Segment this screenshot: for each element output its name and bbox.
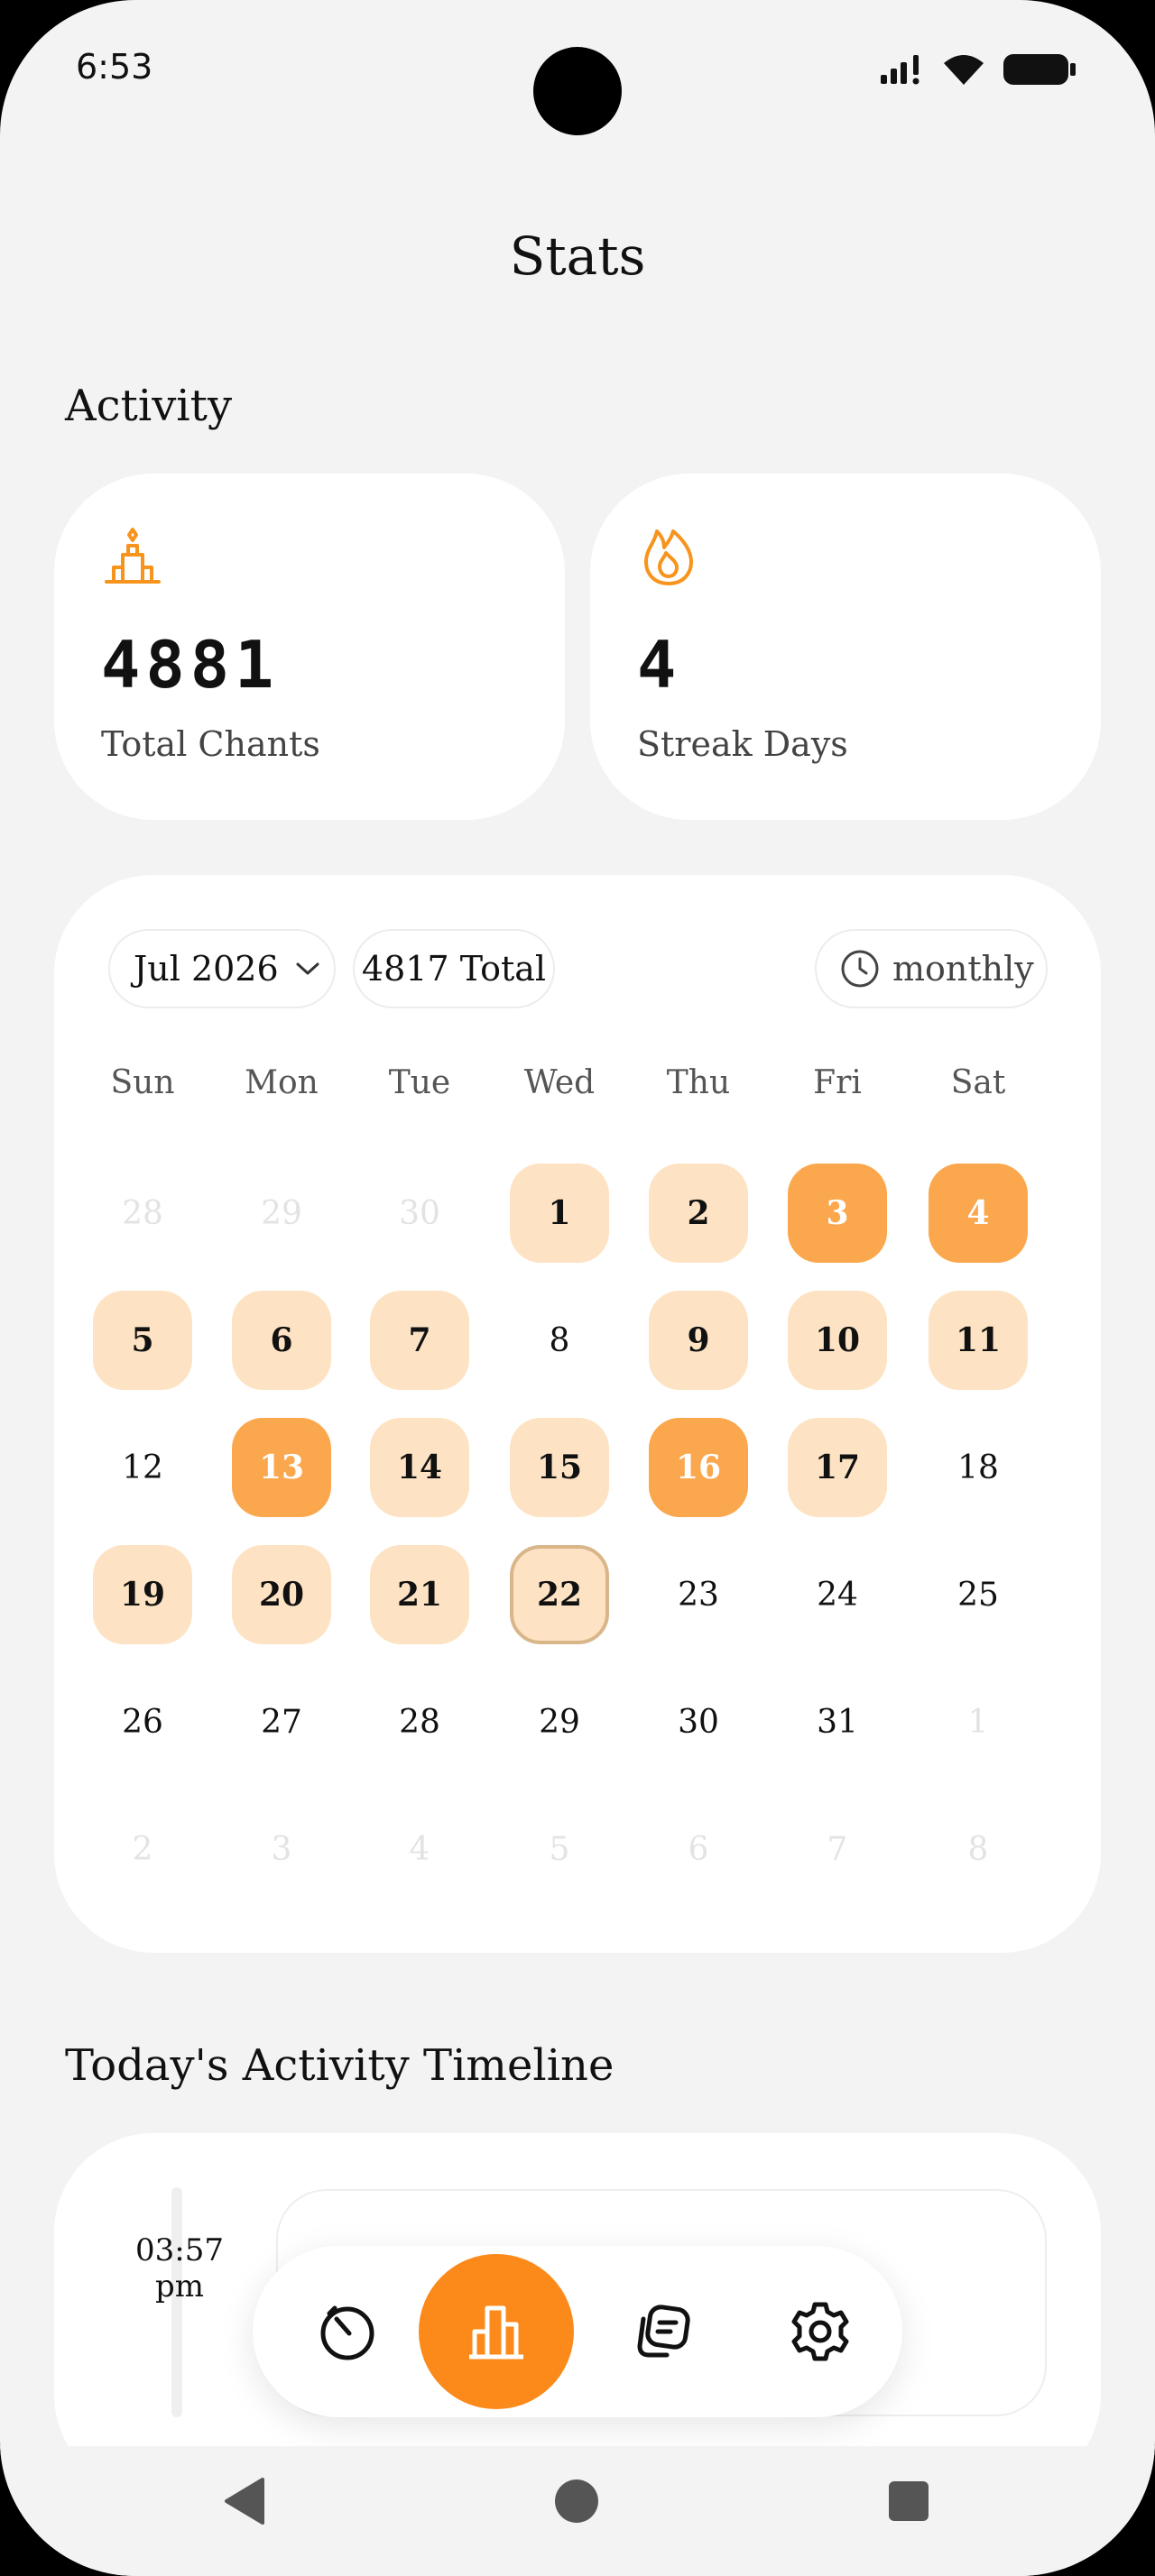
recents-button[interactable]: [877, 2470, 940, 2533]
calendar-day-today[interactable]: 22: [510, 1545, 609, 1644]
timeline-time-period: pm: [154, 2268, 204, 2305]
page-title: Stats: [509, 225, 646, 287]
calendar-day[interactable]: 17: [788, 1418, 887, 1517]
calendar-day: 30: [399, 1194, 440, 1232]
battery-icon: [1003, 54, 1076, 85]
calendar-day[interactable]: 5: [93, 1291, 192, 1390]
calendar-day[interactable]: 20: [232, 1545, 331, 1644]
phone-screen: 6:53 Stats Activity 4881 Total Chants 4 …: [0, 0, 1155, 2576]
camera-cutout: [533, 47, 622, 135]
calendar-day[interactable]: 2: [649, 1164, 748, 1263]
calendar-day[interactable]: 27: [232, 1672, 331, 1771]
notes-icon: [637, 2305, 690, 2358]
calendar-day[interactable]: 10: [788, 1291, 887, 1390]
status-icons: [879, 52, 1077, 87]
calendar-day[interactable]: 8: [510, 1291, 609, 1390]
total-chants-value: 4881: [101, 627, 280, 703]
calendar-day[interactable]: 13: [232, 1418, 331, 1517]
temple-icon: [101, 524, 164, 591]
calendar-day[interactable]: 28: [370, 1672, 469, 1771]
calendar-day: 1: [967, 1703, 989, 1741]
calendar-day: 8: [967, 1830, 989, 1868]
streak-days-label: Streak Days: [637, 724, 848, 764]
nav-timer-button[interactable]: [307, 2291, 388, 2372]
calendar-day[interactable]: 29: [510, 1672, 609, 1771]
total-chants-label: Total Chants: [101, 724, 320, 764]
nav-stats-button[interactable]: [419, 2254, 574, 2409]
bar-chart-icon: [469, 2305, 523, 2360]
calendar-day: 2: [132, 1830, 153, 1868]
back-button[interactable]: [213, 2470, 276, 2533]
calendar-grid: 28 29 30 1 2 3 4 5 6 7 8 9 10 11 12 13 14 15 16 17 18 19 20 21 2…: [54, 875, 1101, 1953]
calendar-day: 5: [549, 1830, 570, 1868]
status-bar: 6:53: [0, 0, 1155, 135]
calendar-day: 7: [827, 1830, 848, 1868]
calendar-day[interactable]: 30: [649, 1672, 748, 1771]
streak-days-card: 4 Streak Days: [590, 474, 1101, 820]
wifi-icon: [944, 55, 984, 85]
calendar-day[interactable]: 25: [929, 1545, 1028, 1644]
calendar-day[interactable]: 7: [370, 1291, 469, 1390]
calendar-day[interactable]: 9: [649, 1291, 748, 1390]
back-icon: [225, 2478, 264, 2525]
timer-icon: [320, 2305, 374, 2360]
calendar-day[interactable]: 26: [93, 1672, 192, 1771]
calendar-day[interactable]: 31: [788, 1672, 887, 1771]
nav-notes-button[interactable]: [623, 2291, 704, 2372]
calendar-day[interactable]: 11: [929, 1291, 1028, 1390]
calendar-card: Jul 2026 4817 Total monthly Sun Mon Tue …: [54, 875, 1101, 1953]
gear-icon: [791, 2302, 849, 2361]
calendar-day[interactable]: 12: [93, 1418, 192, 1517]
timeline-time: 03:57 pm: [128, 2232, 231, 2305]
calendar-day[interactable]: 1: [510, 1164, 609, 1263]
calendar-day[interactable]: 6: [232, 1291, 331, 1390]
streak-days-value: 4: [637, 627, 682, 703]
nav-settings-button[interactable]: [780, 2291, 861, 2372]
home-icon: [555, 2479, 598, 2523]
calendar-day: 3: [271, 1830, 292, 1868]
flame-icon: [637, 524, 700, 591]
bottom-nav: [253, 2246, 902, 2417]
calendar-day: 4: [409, 1830, 430, 1868]
signal-icon: [881, 55, 919, 85]
calendar-day[interactable]: 14: [370, 1418, 469, 1517]
calendar-day[interactable]: 24: [788, 1545, 887, 1644]
home-button[interactable]: [545, 2470, 608, 2533]
calendar-day: 29: [261, 1194, 302, 1232]
calendar-day[interactable]: 19: [93, 1545, 192, 1644]
calendar-day[interactable]: 23: [649, 1545, 748, 1644]
calendar-day[interactable]: 15: [510, 1418, 609, 1517]
calendar-day[interactable]: 18: [929, 1418, 1028, 1517]
recents-icon: [889, 2481, 929, 2521]
total-chants-card: 4881 Total Chants: [54, 474, 565, 820]
calendar-day: 28: [122, 1194, 163, 1232]
timeline-section-title: Today's Activity Timeline: [65, 2040, 614, 2091]
calendar-day[interactable]: 21: [370, 1545, 469, 1644]
calendar-day: 6: [688, 1830, 709, 1868]
calendar-day[interactable]: 16: [649, 1418, 748, 1517]
calendar-day[interactable]: 4: [929, 1164, 1028, 1263]
activity-section-title: Activity: [65, 381, 233, 431]
calendar-day[interactable]: 3: [788, 1164, 887, 1263]
status-time: 6:53: [76, 47, 153, 87]
timeline-time-value: 03:57: [135, 2232, 224, 2268]
